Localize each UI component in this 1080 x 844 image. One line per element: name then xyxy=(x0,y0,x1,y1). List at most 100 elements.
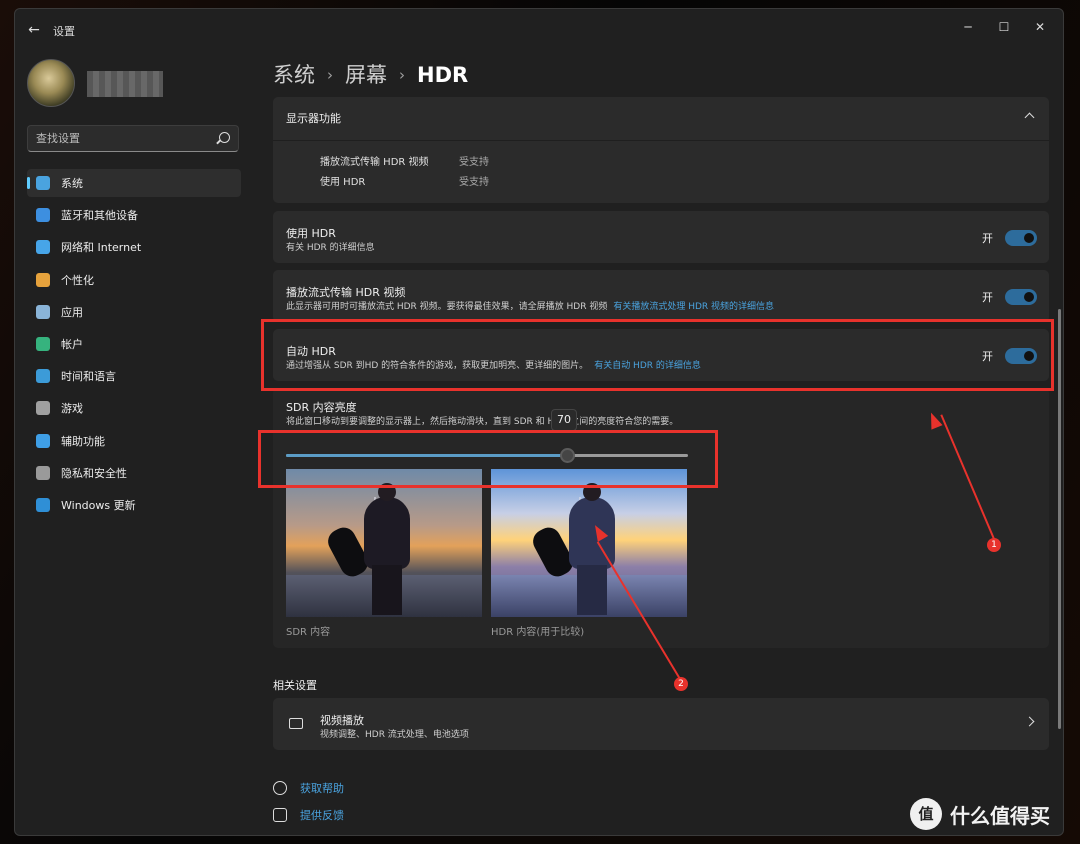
sidebar-item-label: 时间和语言 xyxy=(61,370,116,384)
stream-hdr-link[interactable]: 有关播放流式处理 HDR 视频的详细信息 xyxy=(613,302,774,312)
sidebar-item[interactable]: 帐户 xyxy=(27,330,241,358)
sdr-brightness-desc: 将此窗口移动到要调整的显示器上，然后拖动滑块，直到 SDR 和 HDR 之间的亮… xyxy=(286,417,679,427)
feature-value: 受支持 xyxy=(459,177,489,188)
annotation-badge-1: 1 xyxy=(987,538,1001,552)
breadcrumb-separator: › xyxy=(327,66,333,84)
sidebar-item[interactable]: 辅助功能 xyxy=(27,427,241,455)
scrollbar[interactable] xyxy=(1058,309,1061,729)
breadcrumb: 系统 › 屏幕 › HDR xyxy=(273,59,468,89)
divider xyxy=(273,140,1049,141)
video-icon xyxy=(289,718,303,729)
use-hdr-card: 使用 HDR 有关 HDR 的详细信息 开 xyxy=(273,211,1049,263)
display-features-title: 显示器功能 xyxy=(286,112,341,125)
bluetooth-icon xyxy=(36,208,50,223)
get-help-label: 获取帮助 xyxy=(300,782,344,795)
app-title: 设置 xyxy=(53,25,75,38)
sidebar-item-label: 个性化 xyxy=(61,273,94,287)
sidebar-item[interactable]: 游戏 xyxy=(27,394,241,422)
title-bar: ← 设置 ─ ☐ ✕ xyxy=(15,9,1063,49)
feedback-link[interactable]: 提供反馈 xyxy=(273,807,344,823)
chevron-right-icon xyxy=(1024,716,1035,727)
stream-hdr-desc-row: 此显示器可用时可播放流式 HDR 视频。要获得最佳效果，请全屏播放 HDR 视频… xyxy=(286,299,774,312)
search-input[interactable] xyxy=(28,126,208,151)
sidebar-item[interactable]: 网络和 Internet xyxy=(27,233,241,261)
use-hdr-toggle[interactable] xyxy=(1005,230,1037,246)
sidebar-item[interactable]: Windows 更新 xyxy=(27,491,241,519)
page-title: HDR xyxy=(417,63,469,87)
sdr-caption: SDR 内容 xyxy=(286,627,331,638)
sidebar-item-label: 应用 xyxy=(61,305,83,319)
close-button[interactable]: ✕ xyxy=(1025,15,1055,39)
sidebar-item[interactable]: 时间和语言 xyxy=(27,362,241,390)
avatar[interactable] xyxy=(27,59,75,107)
person-icon xyxy=(36,336,50,351)
feature-name: 使用 HDR xyxy=(320,177,366,188)
sidebar-item[interactable]: 蓝牙和其他设备 xyxy=(27,201,241,229)
feedback-label: 提供反馈 xyxy=(300,809,344,822)
hdr-sample-image xyxy=(491,469,687,617)
feature-name: 播放流式传输 HDR 视频 xyxy=(320,157,429,168)
username-blurred xyxy=(87,71,163,97)
feedback-icon xyxy=(273,808,287,822)
sidebar-item-label: 帐户 xyxy=(61,337,83,351)
stream-hdr-desc: 此显示器可用时可播放流式 HDR 视频。要获得最佳效果，请全屏播放 HDR 视频 xyxy=(286,302,608,312)
stream-hdr-title: 播放流式传输 HDR 视频 xyxy=(286,286,406,299)
annotation-box-slider xyxy=(258,430,718,488)
sdr-brightness-title: SDR 内容亮度 xyxy=(286,401,357,414)
use-hdr-link[interactable]: 有关 HDR 的详细信息 xyxy=(286,240,375,253)
toggle-state-label: 开 xyxy=(982,232,993,245)
sidebar-item-label: Windows 更新 xyxy=(61,498,136,512)
watermark-logo: 值 xyxy=(910,798,942,830)
monitor-icon xyxy=(36,176,50,190)
sidebar-item[interactable]: 系统 xyxy=(27,169,241,197)
breadcrumb-separator: › xyxy=(399,66,405,84)
video-playback-card[interactable]: 视频播放 视频调整、HDR 流式处理、电池选项 xyxy=(273,698,1049,750)
watermark: 值 什么值得买 xyxy=(910,798,1050,830)
main-content: 系统 › 屏幕 › HDR 显示器功能 播放流式传输 HDR 视频 受支持 使用 HDR… xyxy=(258,49,1054,835)
breadcrumb-system[interactable]: 系统 xyxy=(273,63,315,87)
sidebar-item[interactable]: 应用 xyxy=(27,298,241,326)
video-playback-title: 视频播放 xyxy=(320,714,364,727)
stream-hdr-card: 播放流式传输 HDR 视频 此显示器可用时可播放流式 HDR 视频。要获得最佳效… xyxy=(273,270,1049,322)
sidebar-item-label: 隐私和安全性 xyxy=(61,466,127,480)
help-icon xyxy=(273,781,287,795)
hdr-caption: HDR 内容(用于比较) xyxy=(491,627,585,638)
breadcrumb-display[interactable]: 屏幕 xyxy=(345,63,387,87)
maximize-button[interactable]: ☐ xyxy=(989,15,1019,39)
video-playback-desc: 视频调整、HDR 流式处理、电池选项 xyxy=(320,730,469,740)
sidebar-item-label: 蓝牙和其他设备 xyxy=(61,209,138,223)
sidebar-item[interactable]: 隐私和安全性 xyxy=(27,459,241,487)
brush-icon xyxy=(36,272,50,287)
display-features-header[interactable]: 显示器功能 xyxy=(273,97,1049,139)
sidebar-item-label: 网络和 Internet xyxy=(61,241,142,255)
get-help-link[interactable]: 获取帮助 xyxy=(273,780,344,796)
search-box[interactable] xyxy=(27,125,239,152)
globe-clock-icon xyxy=(36,369,50,384)
settings-window: ← 设置 ─ ☐ ✕ 系统蓝牙和其他设备网络和 Internet 个性化应用帐户时… xyxy=(14,8,1064,836)
sidebar-item[interactable]: 个性化 xyxy=(27,266,241,294)
related-settings-title: 相关设置 xyxy=(273,679,317,692)
back-arrow-icon[interactable]: ← xyxy=(25,21,43,39)
toggle-state-label: 开 xyxy=(982,291,993,304)
watermark-text: 什么值得买 xyxy=(950,803,1050,828)
gamepad-icon xyxy=(36,401,50,416)
annotation-box-auto-hdr xyxy=(261,319,1054,391)
shield-icon xyxy=(36,465,50,480)
search-icon[interactable] xyxy=(219,132,230,143)
chevron-up-icon xyxy=(1024,112,1035,123)
annotation-badge-2: 2 xyxy=(674,677,688,691)
use-hdr-title: 使用 HDR xyxy=(286,227,336,240)
feature-value: 受支持 xyxy=(459,157,489,168)
accessibility-icon xyxy=(36,433,50,448)
update-icon xyxy=(36,497,50,512)
apps-icon xyxy=(36,304,50,319)
sidebar-item-label: 游戏 xyxy=(61,402,83,416)
minimize-button[interactable]: ─ xyxy=(953,15,983,39)
display-features-card: 显示器功能 播放流式传输 HDR 视频 受支持 使用 HDR 受支持 xyxy=(273,97,1049,203)
sidebar-item-label: 辅助功能 xyxy=(61,434,105,448)
wifi-icon xyxy=(36,240,50,255)
stream-hdr-toggle[interactable] xyxy=(1005,289,1037,305)
sidebar-item-label: 系统 xyxy=(61,177,83,190)
slider-value-tooltip: 70 xyxy=(551,409,577,431)
sidebar-nav: 系统蓝牙和其他设备 网络和 Internet 个性化应用帐户时间和语言游戏辅助功能隐… xyxy=(27,169,241,523)
